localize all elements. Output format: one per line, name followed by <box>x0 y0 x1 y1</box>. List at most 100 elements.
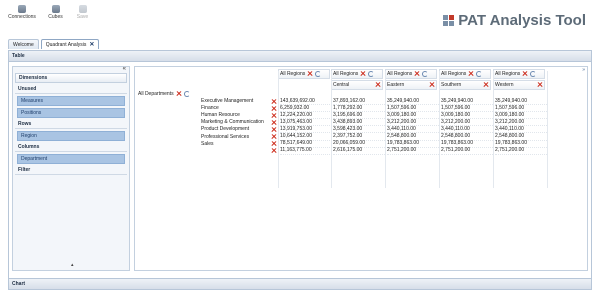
row-header-label: Executive Management <box>201 98 254 104</box>
column-header-drill-icon[interactable] <box>315 70 322 77</box>
column-header-remove-icon[interactable] <box>414 71 420 77</box>
column-header-drill-icon[interactable] <box>476 70 483 77</box>
row-remove-icon[interactable] <box>271 134 277 140</box>
column-header-label: All Regions <box>387 70 413 77</box>
column-header-label: All Regions <box>280 70 306 77</box>
table-cell: 2,751,200.00 <box>387 147 439 155</box>
table-cell: 11,163,775.00 <box>280 147 332 155</box>
row-header-label: Professional Services <box>201 133 250 140</box>
row-dimension-label: All Departments <box>138 90 174 97</box>
dimension-item-measures[interactable]: Measures <box>17 96 125 106</box>
row-header-label: Sales <box>201 140 214 147</box>
row-remove-icon[interactable] <box>271 141 277 147</box>
save-button[interactable]: Save <box>70 3 95 23</box>
close-tab-icon[interactable]: ✕ <box>89 41 94 48</box>
columns-section-label: Columns <box>15 143 127 152</box>
grid-line <box>278 71 279 188</box>
dimension-item-positions[interactable]: Positions <box>17 108 125 118</box>
region-remove-icon[interactable] <box>537 82 543 88</box>
column-header-remove-icon[interactable] <box>360 71 366 77</box>
region-header-label: Eastern <box>387 81 405 88</box>
collapse-dimensions-icon[interactable]: « <box>13 66 129 72</box>
row-remove-icon[interactable] <box>271 126 277 132</box>
cubes-button[interactable]: Cubes <box>43 3 68 23</box>
dimensions-panel: « Dimensions Unused Measures Positions R… <box>12 66 130 271</box>
table-cell: 2,751,200.00 <box>495 147 547 155</box>
region-header[interactable]: Southern <box>441 80 489 89</box>
column-header[interactable]: All Regions <box>280 69 322 78</box>
save-label: Save <box>76 14 89 20</box>
main-toolbar: Connections Cubes Save <box>3 3 95 37</box>
brand-logo-icon <box>443 15 455 26</box>
region-header[interactable]: Eastern <box>387 80 435 89</box>
cubes-icon <box>51 5 60 13</box>
column-header-label: All Regions <box>333 70 359 77</box>
row-header-label: Marketing & Communication <box>201 119 264 126</box>
row-header-label: Human Resource <box>201 112 240 119</box>
region-remove-icon[interactable] <box>483 82 489 88</box>
chart-panel-header[interactable]: Chart <box>9 278 591 289</box>
column-header[interactable]: All Regions <box>495 69 537 78</box>
region-remove-icon[interactable] <box>429 82 435 88</box>
row-dimension-drill-icon[interactable] <box>183 90 190 97</box>
region-remove-icon[interactable] <box>375 82 381 88</box>
table-cell: 2,751,200.00 <box>441 147 493 155</box>
tab-bar: Welcome Quadrant Analysis ✕ <box>8 39 100 49</box>
row-header-label: Product Development <box>201 126 250 133</box>
connections-label: Connections <box>8 14 36 20</box>
row-remove-icon[interactable] <box>271 98 277 104</box>
column-header-label: All Regions <box>441 70 467 77</box>
column-header[interactable]: All Regions <box>441 69 483 78</box>
grid-line <box>331 71 332 188</box>
grid-line <box>439 71 440 188</box>
grid-line <box>547 71 548 188</box>
row-remove-icon[interactable] <box>271 105 277 111</box>
tab-quadrant-analysis-label: Quadrant Analysis <box>45 41 87 48</box>
connections-icon <box>18 5 26 13</box>
grid-line <box>385 71 386 188</box>
row-dimension-remove-icon[interactable] <box>176 91 182 97</box>
column-header-label: All Regions <box>495 70 521 77</box>
brand-title: PAT Analysis Tool <box>458 12 586 29</box>
row-remove-icon[interactable] <box>271 119 277 125</box>
cubes-label: Cubes <box>48 14 63 20</box>
column-header-drill-icon[interactable] <box>530 70 537 77</box>
rows-section-label: Rows <box>15 120 127 129</box>
region-header[interactable]: Western <box>495 80 543 89</box>
row-dimension-header[interactable]: All Departments <box>138 89 190 98</box>
dimension-item-region[interactable]: Region <box>17 131 125 141</box>
column-header-remove-icon[interactable] <box>307 71 313 77</box>
pivot-table: » All Regions All Regions All Regions All R… <box>134 66 588 271</box>
table-area: « Dimensions Unused Measures Positions R… <box>9 62 591 271</box>
region-header-label: Central <box>333 81 350 88</box>
column-header-drill-icon[interactable] <box>422 70 429 77</box>
dimension-item-department[interactable]: Department <box>17 154 125 164</box>
dimensions-scroll-icon[interactable]: ▴ <box>71 262 74 268</box>
table-panel-header[interactable]: Table <box>9 51 591 62</box>
region-header-label: Western <box>495 81 514 88</box>
table-cell: 2,616,175.00 <box>333 147 385 155</box>
tab-welcome-label: Welcome <box>13 41 34 48</box>
row-header[interactable] <box>201 147 277 155</box>
column-header-remove-icon[interactable] <box>522 71 528 77</box>
grid-line <box>493 71 494 188</box>
expand-pivot-icon[interactable]: » <box>582 67 585 73</box>
main-frame: Table « Dimensions Unused Measures Posit… <box>8 50 592 290</box>
column-header-drill-icon[interactable] <box>368 70 375 77</box>
row-remove-icon[interactable] <box>271 112 277 118</box>
filter-section-label: Filter <box>15 166 127 175</box>
region-header-label: Southern <box>441 81 462 88</box>
dimensions-title: Dimensions <box>15 73 127 83</box>
tab-quadrant-analysis[interactable]: Quadrant Analysis ✕ <box>40 39 100 49</box>
brand: PAT Analysis Tool <box>443 12 586 29</box>
tab-welcome[interactable]: Welcome <box>8 39 39 49</box>
unused-section-label: Unused <box>15 85 127 94</box>
column-header-remove-icon[interactable] <box>468 71 474 77</box>
column-header[interactable]: All Regions <box>333 69 375 78</box>
row-remove-icon[interactable] <box>271 148 277 154</box>
region-header[interactable]: Central <box>333 80 381 89</box>
column-header[interactable]: All Regions <box>387 69 429 78</box>
connections-button[interactable]: Connections <box>3 3 41 23</box>
row-header-label: Finance <box>201 105 219 112</box>
save-icon <box>78 5 87 13</box>
